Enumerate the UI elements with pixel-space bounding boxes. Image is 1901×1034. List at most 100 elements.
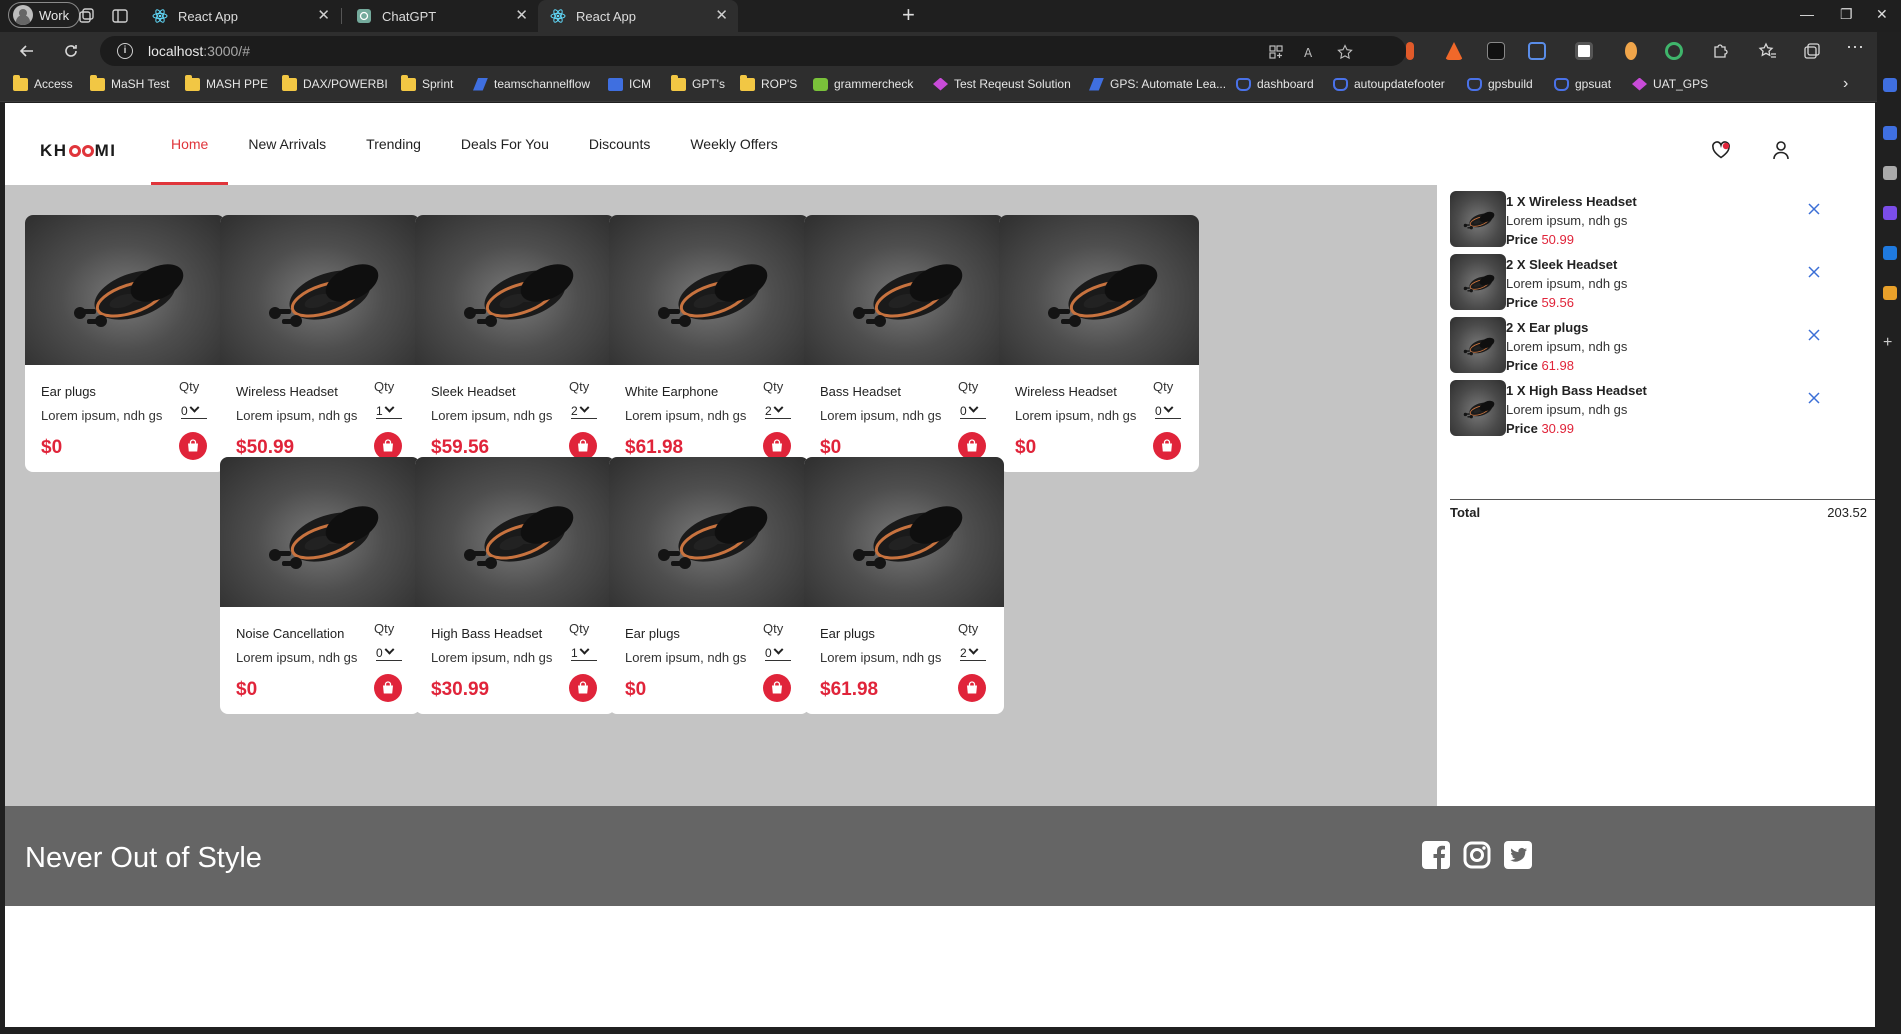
product-image[interactable] <box>415 215 615 365</box>
more-menu-icon[interactable]: ⋯ <box>1846 37 1866 57</box>
bookmark-item[interactable]: dashboard <box>1236 77 1314 91</box>
product-card[interactable]: Ear plugs Qty Lorem ipsum, ndh gs 0 $0 <box>609 457 809 714</box>
sidebar-app-icon[interactable] <box>1883 286 1897 300</box>
tab-close-icon[interactable]: ✕ <box>317 8 330 24</box>
sidebar-app-icon[interactable] <box>1883 206 1897 220</box>
extension-icon[interactable] <box>1665 42 1683 60</box>
wishlist-heart-icon[interactable] <box>1711 141 1731 159</box>
nav-discounts[interactable]: Discounts <box>569 103 670 185</box>
url-text[interactable]: localhost:3000/# <box>148 43 250 59</box>
extension-icon[interactable] <box>1625 42 1637 60</box>
site-info-icon[interactable]: i <box>117 43 133 59</box>
bookmark-item[interactable]: DAX/POWERBI <box>282 74 388 91</box>
brand-logo[interactable]: KH MI <box>40 141 116 161</box>
add-to-cart-button[interactable] <box>569 674 597 702</box>
nav-home[interactable]: Home <box>151 103 229 185</box>
remove-item-icon[interactable] <box>1806 390 1822 406</box>
sidebar-app-icon[interactable] <box>1883 78 1897 92</box>
add-to-cart-button[interactable] <box>374 432 402 460</box>
twitter-icon[interactable] <box>1503 840 1533 870</box>
close-window-icon[interactable]: ✕ <box>1876 6 1888 23</box>
add-to-cart-button[interactable] <box>1153 432 1181 460</box>
qty-select[interactable]: 2 <box>960 644 986 661</box>
add-to-cart-button[interactable] <box>179 432 207 460</box>
bookmark-item[interactable]: Sprint <box>401 74 453 91</box>
sidebar-app-icon[interactable] <box>1883 126 1897 140</box>
qty-select[interactable]: 0 <box>765 644 791 661</box>
nav-deals-for-you[interactable]: Deals For You <box>441 103 569 185</box>
workspaces-icon[interactable] <box>76 6 96 26</box>
bookmark-item[interactable]: teamschannelflow <box>473 77 590 91</box>
bookmark-item[interactable]: Access <box>13 74 73 91</box>
share-icon[interactable] <box>1528 42 1546 60</box>
bookmark-item[interactable]: ICM <box>608 77 651 91</box>
bookmark-item[interactable]: ROP'S <box>740 74 797 91</box>
add-to-cart-button[interactable] <box>763 674 791 702</box>
nav-trending[interactable]: Trending <box>346 103 441 185</box>
qty-select[interactable]: 1 <box>571 644 597 661</box>
product-card[interactable]: High Bass Headset Qty Lorem ipsum, ndh gs 1… <box>415 457 615 714</box>
remove-item-icon[interactable] <box>1806 327 1822 343</box>
product-image[interactable] <box>999 215 1199 365</box>
qty-select[interactable]: 2 <box>571 402 597 419</box>
product-card[interactable]: Wireless Headset Qty Lorem ipsum, ndh gs 1 $… <box>220 215 420 472</box>
nav-new-arrivals[interactable]: New Arrivals <box>228 103 346 185</box>
sidebar-app-icon[interactable] <box>1883 166 1897 180</box>
product-image[interactable] <box>415 457 615 607</box>
product-image[interactable] <box>804 457 1004 607</box>
bookmark-item[interactable]: UAT_GPS <box>1632 77 1708 91</box>
bookmark-item[interactable]: MaSH Test <box>90 74 169 91</box>
extension-icon[interactable] <box>1445 42 1463 60</box>
qty-select[interactable]: 0 <box>1155 402 1181 419</box>
favorites-icon[interactable] <box>1757 41 1777 61</box>
product-card[interactable]: Ear plugs Qty Lorem ipsum, ndh gs 0 $0 <box>25 215 225 472</box>
product-image[interactable] <box>25 215 225 365</box>
extension-icon[interactable] <box>1406 42 1414 60</box>
nav-weekly-offers[interactable]: Weekly Offers <box>670 103 797 185</box>
product-image[interactable] <box>220 457 420 607</box>
refresh-icon[interactable] <box>61 41 81 61</box>
restore-icon[interactable]: ❐ <box>1840 6 1853 23</box>
favorite-star-icon[interactable] <box>1337 44 1353 60</box>
instagram-icon[interactable] <box>1462 840 1492 870</box>
bookmark-item[interactable]: MASH PPE <box>185 74 268 91</box>
remove-item-icon[interactable] <box>1806 264 1822 280</box>
remove-item-icon[interactable] <box>1806 201 1822 217</box>
tab-react-app-1[interactable]: React App ✕ <box>140 0 340 32</box>
minimize-icon[interactable]: — <box>1800 6 1814 22</box>
extensions-puzzle-icon[interactable] <box>1710 41 1730 61</box>
chevron-right-icon[interactable]: › <box>1843 75 1848 93</box>
bookmark-item[interactable]: gpsbuild <box>1467 77 1533 91</box>
tab-close-icon[interactable]: ✕ <box>715 8 728 24</box>
product-card[interactable]: Wireless Headset Qty Lorem ipsum, ndh gs 0 $… <box>999 215 1199 472</box>
extension-icon[interactable] <box>1575 42 1593 60</box>
bookmark-item[interactable]: autoupdatefooter <box>1333 77 1445 91</box>
add-to-cart-button[interactable] <box>374 674 402 702</box>
qty-select[interactable]: 2 <box>765 402 791 419</box>
product-image[interactable] <box>220 215 420 365</box>
product-image[interactable] <box>609 215 809 365</box>
vertical-tabs-icon[interactable] <box>110 6 130 26</box>
qty-select[interactable]: 0 <box>181 402 207 419</box>
new-tab-button[interactable]: + <box>902 4 915 26</box>
collections-icon[interactable] <box>1802 41 1822 61</box>
profile-button[interactable]: Work <box>8 2 81 28</box>
bookmark-item[interactable]: GPS: Automate Lea... <box>1089 77 1226 91</box>
add-to-cart-button[interactable] <box>569 432 597 460</box>
back-icon[interactable] <box>17 41 37 61</box>
product-card[interactable]: Bass Headset Qty Lorem ipsum, ndh gs 0 $0 <box>804 215 1004 472</box>
tab-close-icon[interactable]: ✕ <box>515 8 528 24</box>
product-image[interactable] <box>609 457 809 607</box>
product-card[interactable]: Ear plugs Qty Lorem ipsum, ndh gs 2 $61.98 <box>804 457 1004 714</box>
bookmark-item[interactable]: GPT's <box>671 74 725 91</box>
facebook-icon[interactable] <box>1421 840 1451 870</box>
app-available-icon[interactable] <box>1268 44 1284 60</box>
tab-chatgpt[interactable]: ChatGPT ✕ <box>344 0 538 32</box>
qty-select[interactable]: 0 <box>376 644 402 661</box>
product-card[interactable]: Noise Cancellation Qty Lorem ipsum, ndh gs… <box>220 457 420 714</box>
add-to-cart-button[interactable] <box>958 432 986 460</box>
add-to-cart-button[interactable] <box>958 674 986 702</box>
user-account-icon[interactable] <box>1772 140 1790 160</box>
bookmark-item[interactable]: Test Reqeust Solution <box>933 77 1071 91</box>
qty-select[interactable]: 0 <box>960 402 986 419</box>
